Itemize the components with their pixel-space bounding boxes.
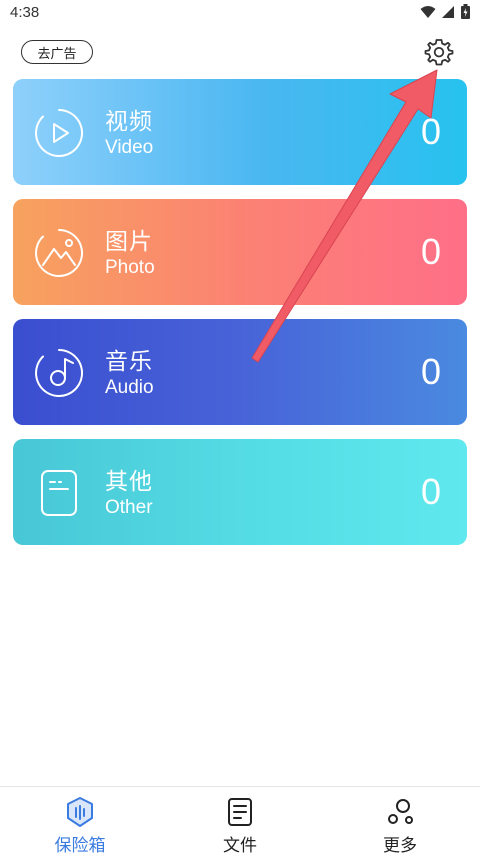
tab-more[interactable]: 更多 [320,787,480,856]
status-time: 4:38 [10,4,40,21]
video-card[interactable]: 视频 Video 0 [13,79,467,185]
tab-files-label: 文件 [223,836,257,856]
other-card-subtitle: Other [105,497,153,518]
video-play-icon [35,109,84,157]
photo-card[interactable]: 图片 Photo 0 [13,199,467,305]
photo-mountain-icon [35,229,84,277]
audio-card-title: 音乐 [105,349,153,375]
tab-more-label: 更多 [383,836,417,856]
vault-icon [67,797,93,827]
photo-card-subtitle: Photo [105,257,155,278]
audio-card-subtitle: Audio [105,377,154,398]
video-card-subtitle: Video [105,137,154,158]
audio-card-count: 0 [420,351,441,392]
signal-icon [442,5,454,18]
tab-vault[interactable]: 保险箱 [0,787,160,856]
status-bar: 4:38 [0,0,480,28]
status-icons [420,4,470,19]
tab-vault-label: 保险箱 [54,836,106,856]
bottom-nav: 保险箱 文件 更多 [0,786,480,856]
more-nodes-icon [388,799,413,824]
gear-icon [424,39,454,66]
photo-card-count: 0 [420,231,441,272]
photo-card-title: 图片 [105,229,153,255]
audio-card[interactable]: 音乐 Audio 0 [13,319,467,425]
tab-files[interactable]: 文件 [160,787,320,856]
music-note-icon [35,349,84,397]
other-card-count: 0 [420,471,441,512]
remove-ads-button[interactable]: 去广告 [21,40,93,64]
battery-icon [461,4,470,19]
file-icon [41,470,77,516]
other-card-title: 其他 [105,469,153,495]
settings-button[interactable] [424,37,454,67]
other-card[interactable]: 其他 Other 0 [13,439,467,545]
video-card-count: 0 [420,111,441,152]
wifi-icon [420,5,436,18]
video-card-title: 视频 [105,109,153,135]
document-icon [228,798,252,826]
